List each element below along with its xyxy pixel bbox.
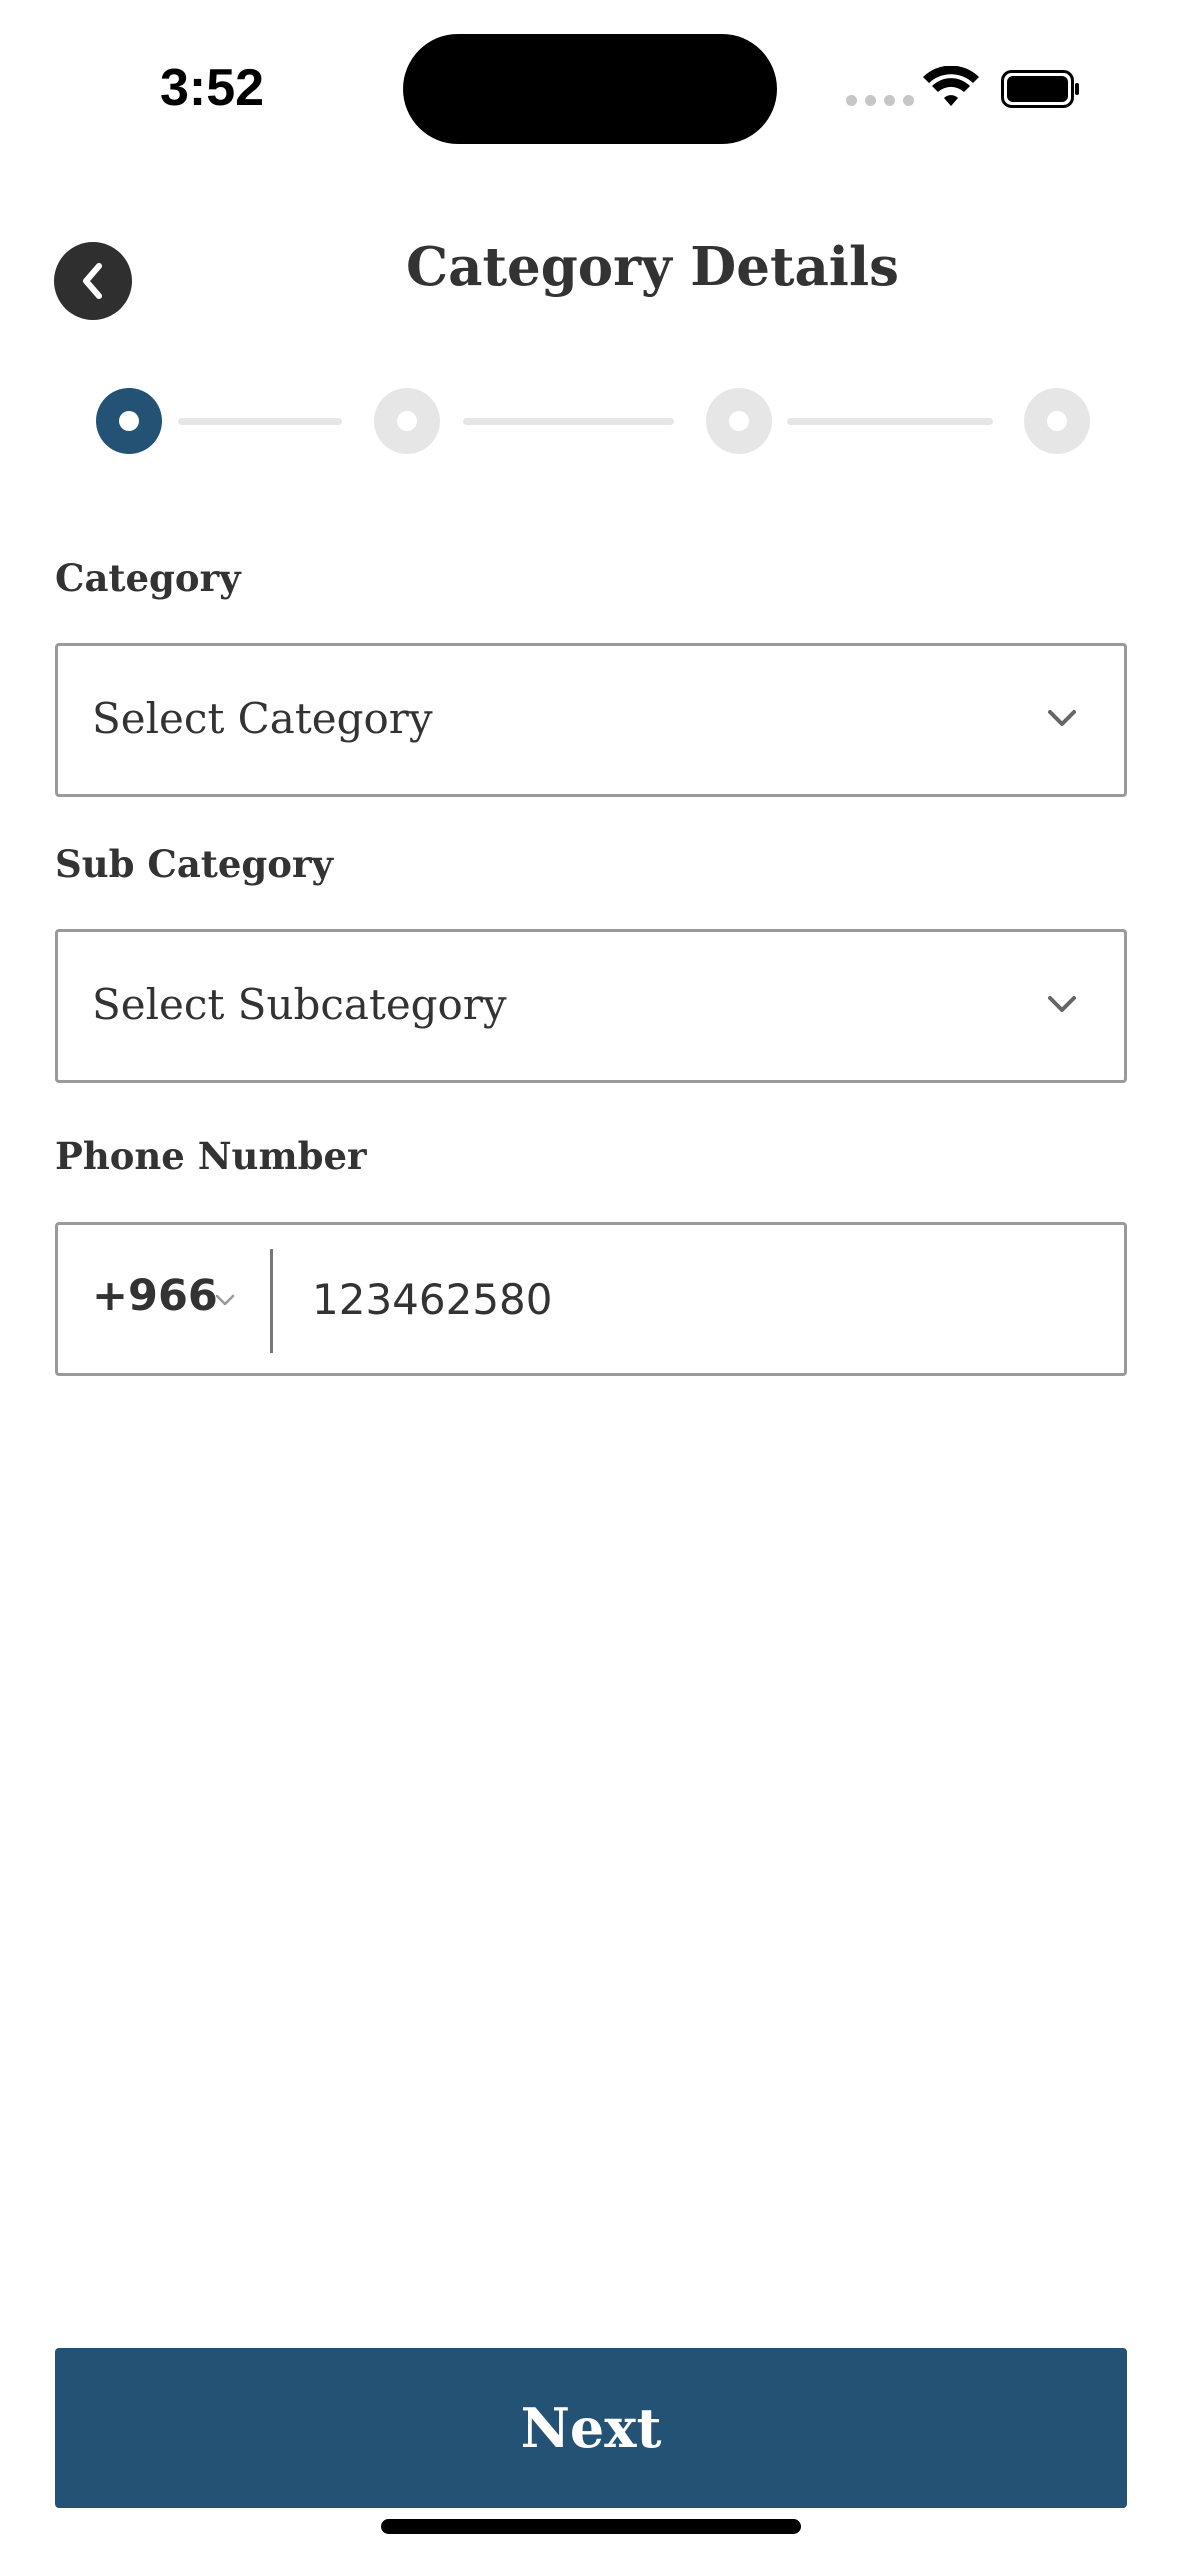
home-indicator	[381, 2519, 801, 2534]
back-button[interactable]	[54, 242, 132, 320]
chevron-left-icon	[83, 263, 102, 299]
phone-divider	[270, 1249, 273, 1353]
sub-category-select-value: Select Subcategory	[92, 980, 507, 1029]
phone-number-input[interactable]	[312, 1269, 1072, 1329]
step-2-indicator	[374, 388, 440, 454]
dynamic-island	[403, 34, 777, 144]
page-title: Category Details	[406, 236, 899, 298]
step-connector	[463, 418, 674, 425]
status-time: 3:52	[160, 59, 265, 117]
category-select[interactable]: Select Category	[55, 643, 1127, 797]
step-connector	[787, 418, 993, 425]
chevron-down-icon	[1048, 996, 1076, 1012]
signal-icon	[846, 95, 914, 106]
category-label: Category	[55, 556, 241, 600]
category-select-value: Select Category	[92, 694, 433, 743]
phone-number-field: +966	[55, 1222, 1127, 1376]
next-button[interactable]: Next	[55, 2348, 1127, 2508]
wifi-icon	[923, 66, 979, 106]
chevron-down-icon[interactable]	[214, 1293, 236, 1307]
battery-icon	[1001, 70, 1079, 108]
sub-category-select[interactable]: Select Subcategory	[55, 929, 1127, 1083]
chevron-down-icon	[1048, 710, 1076, 726]
step-3-indicator	[706, 388, 772, 454]
country-code-selector[interactable]: +966	[92, 1271, 218, 1321]
progress-stepper	[0, 388, 1179, 454]
step-connector	[178, 418, 342, 425]
phone-number-label: Phone Number	[55, 1134, 367, 1178]
step-4-indicator	[1024, 388, 1090, 454]
step-1-indicator	[96, 388, 162, 454]
sub-category-label: Sub Category	[55, 842, 333, 886]
